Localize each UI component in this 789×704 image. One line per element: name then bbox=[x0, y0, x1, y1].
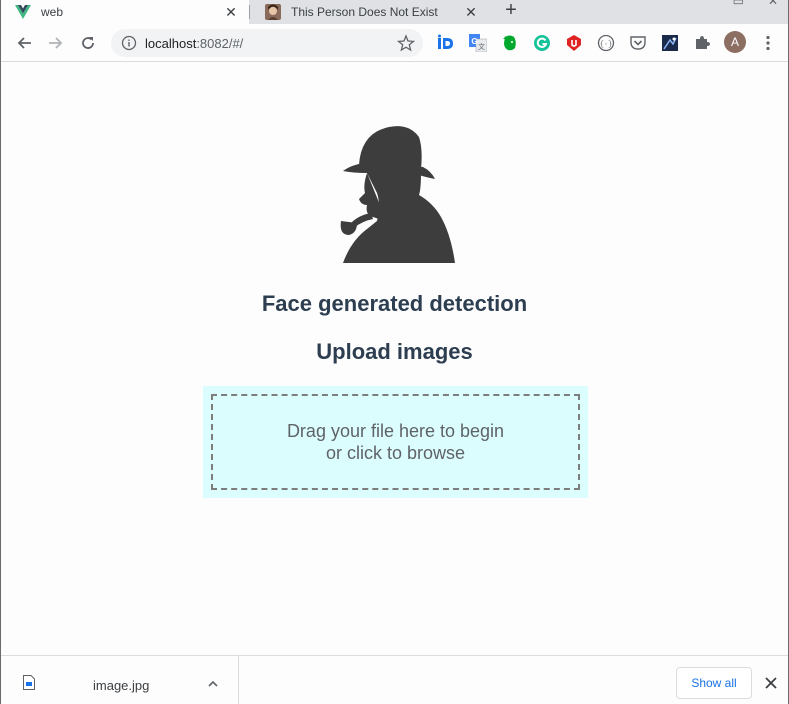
close-icon[interactable]: ✕ bbox=[463, 4, 479, 20]
pocket-icon[interactable] bbox=[629, 34, 647, 52]
puzzle-icon[interactable] bbox=[693, 34, 711, 52]
page-title: Face generated detection bbox=[261, 291, 528, 316]
page-content: Face generated detection Upload images D… bbox=[1, 63, 788, 655]
upload-heading: Upload images bbox=[316, 339, 473, 364]
download-shelf: image.jpg Show all bbox=[1, 655, 788, 704]
code-extension-icon[interactable]: {·} bbox=[597, 34, 615, 52]
file-icon bbox=[23, 675, 35, 690]
menu-kebab-icon[interactable] bbox=[759, 34, 777, 52]
browser-toolbar: localhost:8082/#/ G文 {·} A bbox=[1, 24, 788, 62]
tab-web[interactable]: web ✕ bbox=[1, 0, 249, 24]
url-path: :8082/#/ bbox=[196, 35, 244, 51]
window-controls: ▭ ✕ bbox=[733, 0, 778, 8]
reload-button[interactable] bbox=[77, 32, 99, 54]
chevron-up-icon[interactable] bbox=[206, 677, 220, 691]
svg-text:{·}: {·} bbox=[600, 41, 613, 49]
dropzone-border[interactable]: Drag your file here to begin or click to… bbox=[211, 394, 580, 490]
address-bar[interactable]: localhost:8082/#/ bbox=[111, 29, 423, 57]
forward-arrow-icon bbox=[49, 37, 63, 49]
close-window-icon[interactable]: ✕ bbox=[768, 0, 778, 8]
tab-title: This Person Does Not Exist bbox=[291, 5, 438, 19]
tab-title: web bbox=[41, 5, 64, 19]
info-icon[interactable] bbox=[121, 35, 137, 51]
tab-strip: web ✕ This Person Does Not Exist ✕ + ▭ ✕ bbox=[1, 0, 788, 24]
new-tab-button[interactable]: + bbox=[501, 0, 521, 21]
dropzone-text-line2: or click to browse bbox=[325, 443, 466, 463]
tab-this-person[interactable]: This Person Does Not Exist ✕ bbox=[251, 0, 489, 24]
svg-text:文: 文 bbox=[478, 42, 485, 51]
person-photo-icon bbox=[265, 4, 281, 20]
url-text: localhost:8082/#/ bbox=[145, 36, 397, 51]
file-dropzone[interactable]: Drag your file here to begin or click to… bbox=[203, 386, 588, 498]
vue-logo-icon bbox=[15, 4, 31, 20]
back-button[interactable] bbox=[13, 32, 35, 54]
id-extension-icon[interactable] bbox=[437, 34, 455, 52]
google-translate-icon[interactable]: G文 bbox=[469, 34, 487, 52]
dropzone-text-line1: Drag your file here to begin bbox=[286, 421, 505, 441]
show-all-button[interactable]: Show all bbox=[676, 667, 752, 699]
close-icon[interactable] bbox=[764, 676, 778, 690]
evernote-icon[interactable] bbox=[501, 34, 519, 52]
browser-window: web ✕ This Person Does Not Exist ✕ + ▭ ✕ bbox=[0, 0, 789, 704]
bookmark-star-icon[interactable] bbox=[397, 34, 415, 52]
minimize-icon[interactable]: ▭ bbox=[733, 0, 744, 8]
close-icon[interactable]: ✕ bbox=[223, 4, 239, 20]
image-extension-icon[interactable] bbox=[661, 34, 679, 52]
avatar[interactable]: A bbox=[724, 31, 746, 53]
back-arrow-icon bbox=[17, 37, 31, 49]
download-file-name: image.jpg bbox=[93, 678, 150, 693]
download-item[interactable]: image.jpg bbox=[1, 656, 239, 704]
grammarly-icon[interactable] bbox=[533, 34, 551, 52]
ublock-icon[interactable] bbox=[565, 34, 583, 52]
url-host: localhost bbox=[145, 35, 197, 51]
tab-separator bbox=[249, 5, 250, 19]
forward-button[interactable] bbox=[45, 32, 67, 54]
reload-icon bbox=[82, 37, 94, 49]
svg-text:G: G bbox=[471, 37, 477, 46]
detective-logo-icon bbox=[340, 126, 455, 263]
